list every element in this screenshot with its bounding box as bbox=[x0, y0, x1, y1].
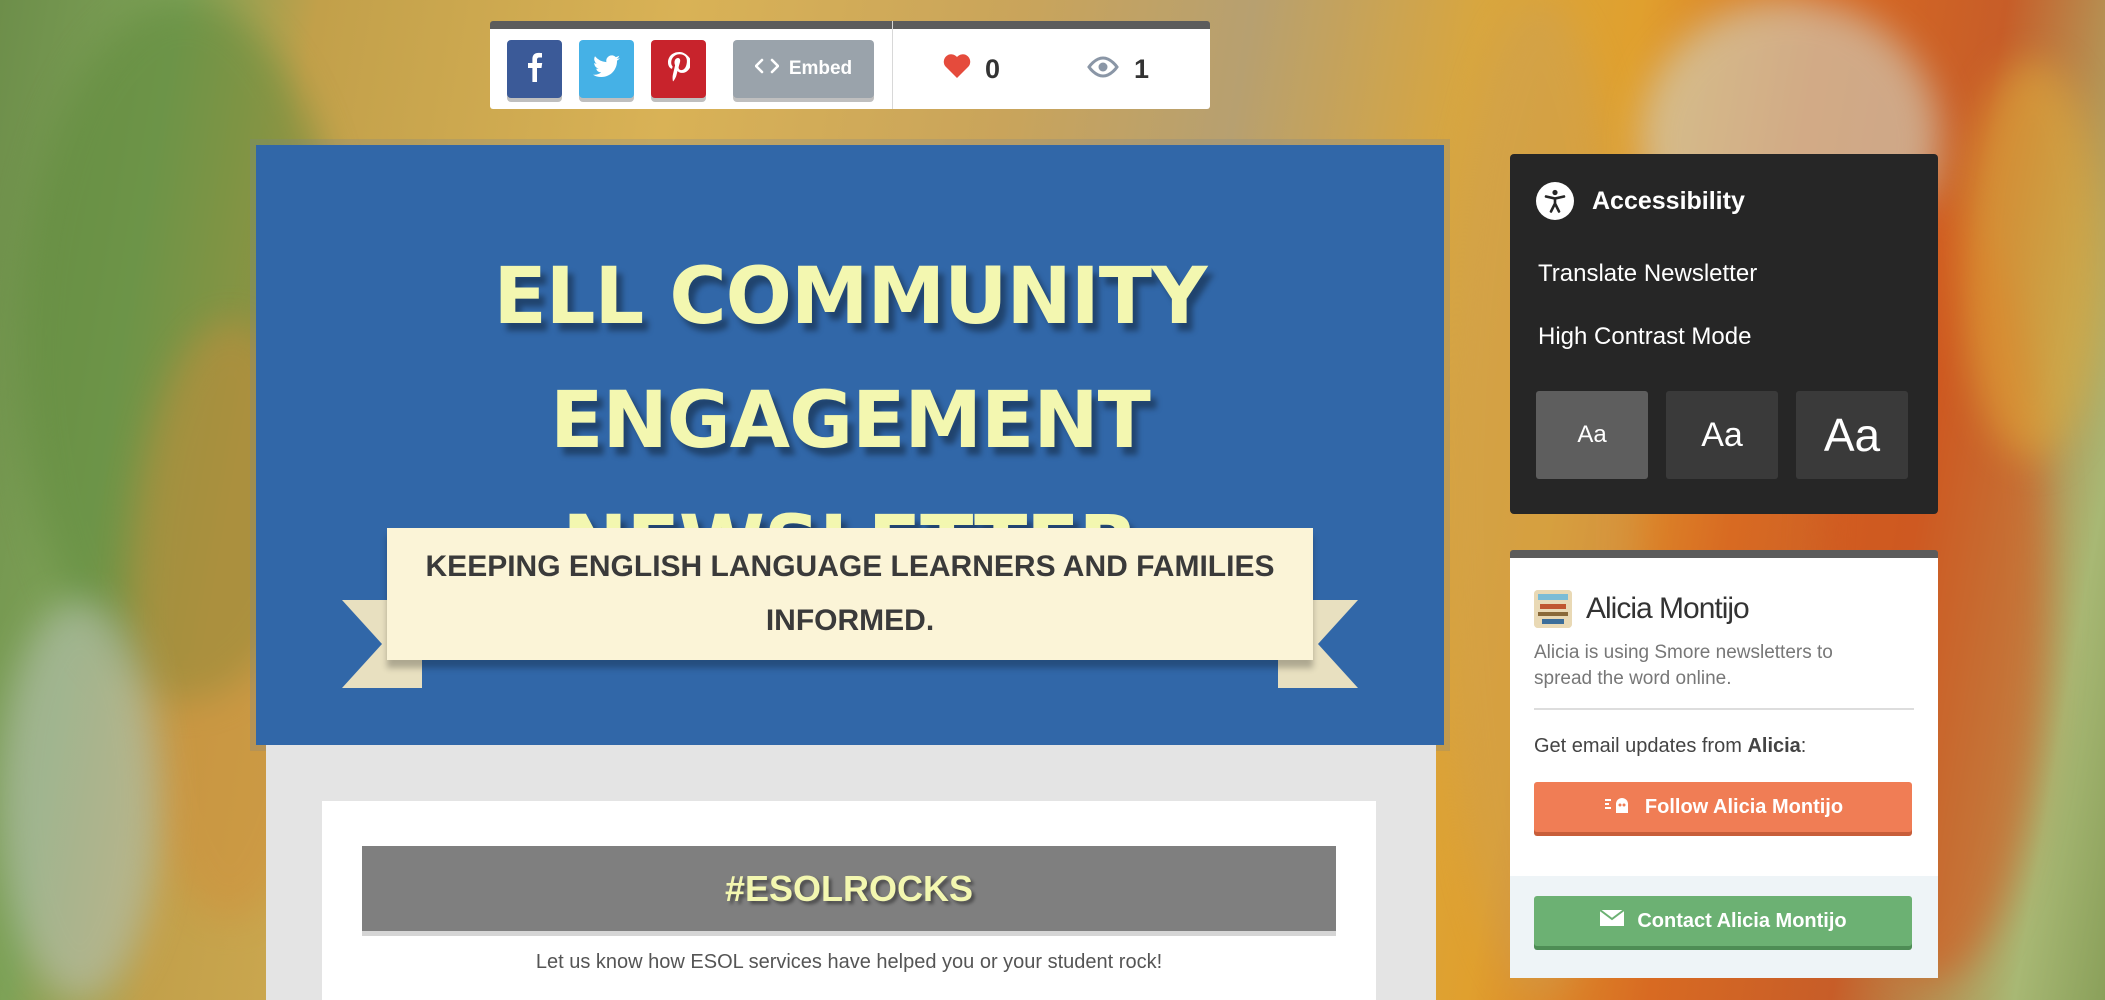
author-description: Alicia is using Smore newsletters to spr… bbox=[1534, 642, 1833, 689]
facebook-icon bbox=[527, 52, 543, 87]
embed-button[interactable]: Embed bbox=[733, 40, 874, 98]
follow-icon bbox=[1603, 793, 1633, 821]
author-panel: Alicia Montijo Alicia is using Smore new… bbox=[1510, 550, 1938, 978]
facebook-share-button[interactable] bbox=[507, 40, 562, 98]
twitter-share-button[interactable] bbox=[579, 40, 634, 98]
share-bar-divider bbox=[892, 21, 893, 109]
view-count: 1 bbox=[1134, 53, 1150, 84]
section-text: Let us know how ESOL services have helpe… bbox=[535, 951, 1163, 973]
translate-newsletter-link[interactable]: Translate Newsletter bbox=[1538, 260, 1757, 288]
updates-prefix: Get email updates from bbox=[1534, 735, 1748, 757]
newsletter-subtitle: KEEPING ENGLISH LANGUAGE LEARNERS AND FA… bbox=[387, 528, 1313, 660]
code-icon bbox=[754, 58, 780, 80]
accessibility-header: Accessibility bbox=[1536, 182, 1745, 220]
title-line-1: ELL COMMUNITY bbox=[493, 252, 1208, 342]
section-heading: #ESOLROCKS bbox=[362, 846, 1336, 931]
accessibility-title: Accessibility bbox=[1592, 186, 1745, 215]
heart-icon bbox=[943, 53, 971, 86]
profile-divider bbox=[1534, 708, 1914, 710]
follow-label: Follow Alicia Montijo bbox=[1644, 795, 1844, 818]
updates-name: Alicia bbox=[1747, 735, 1801, 757]
newsletter-header: ELL COMMUNITY ENGAGEMENT NEWSLETTER KEEP… bbox=[256, 145, 1444, 745]
accessibility-panel: Accessibility Translate Newsletter High … bbox=[1510, 154, 1938, 514]
share-bar: Embed 0 1 bbox=[490, 21, 1210, 109]
newsletter-body: #ESOLROCKS Let us know how ESOL services… bbox=[266, 745, 1436, 1000]
eye-icon bbox=[1086, 54, 1120, 85]
font-size-small-button[interactable]: Aa bbox=[1536, 391, 1648, 479]
accessibility-icon bbox=[1536, 182, 1574, 220]
author-header: Alicia Montijo bbox=[1534, 590, 1750, 628]
avatar bbox=[1534, 590, 1572, 628]
view-counter: 1 bbox=[1086, 54, 1149, 85]
like-counter[interactable]: 0 bbox=[943, 53, 1000, 86]
embed-label: Embed bbox=[788, 58, 853, 79]
envelope-icon bbox=[1599, 909, 1625, 933]
email-updates-text: Get email updates from Alicia: bbox=[1534, 735, 1806, 758]
contact-button[interactable]: Contact Alicia Montijo bbox=[1534, 896, 1912, 946]
high-contrast-toggle[interactable]: High Contrast Mode bbox=[1538, 323, 1751, 351]
updates-suffix: : bbox=[1800, 735, 1807, 757]
font-size-medium-button[interactable]: Aa bbox=[1666, 391, 1778, 479]
font-size-selector: Aa Aa Aa bbox=[1536, 391, 1908, 479]
contact-label: Contact Alicia Montijo bbox=[1637, 909, 1847, 932]
author-name[interactable]: Alicia Montijo bbox=[1586, 592, 1750, 626]
font-size-large-button[interactable]: Aa bbox=[1796, 391, 1908, 479]
pinterest-share-button[interactable] bbox=[651, 40, 706, 98]
follow-button[interactable]: Follow Alicia Montijo bbox=[1534, 782, 1912, 832]
twitter-icon bbox=[592, 54, 621, 84]
pinterest-icon bbox=[667, 51, 691, 87]
like-count: 0 bbox=[985, 53, 1001, 84]
content-block: #ESOLROCKS Let us know how ESOL services… bbox=[322, 801, 1376, 1000]
subtitle-ribbon: KEEPING ENGLISH LANGUAGE LEARNERS AND FA… bbox=[342, 528, 1358, 698]
